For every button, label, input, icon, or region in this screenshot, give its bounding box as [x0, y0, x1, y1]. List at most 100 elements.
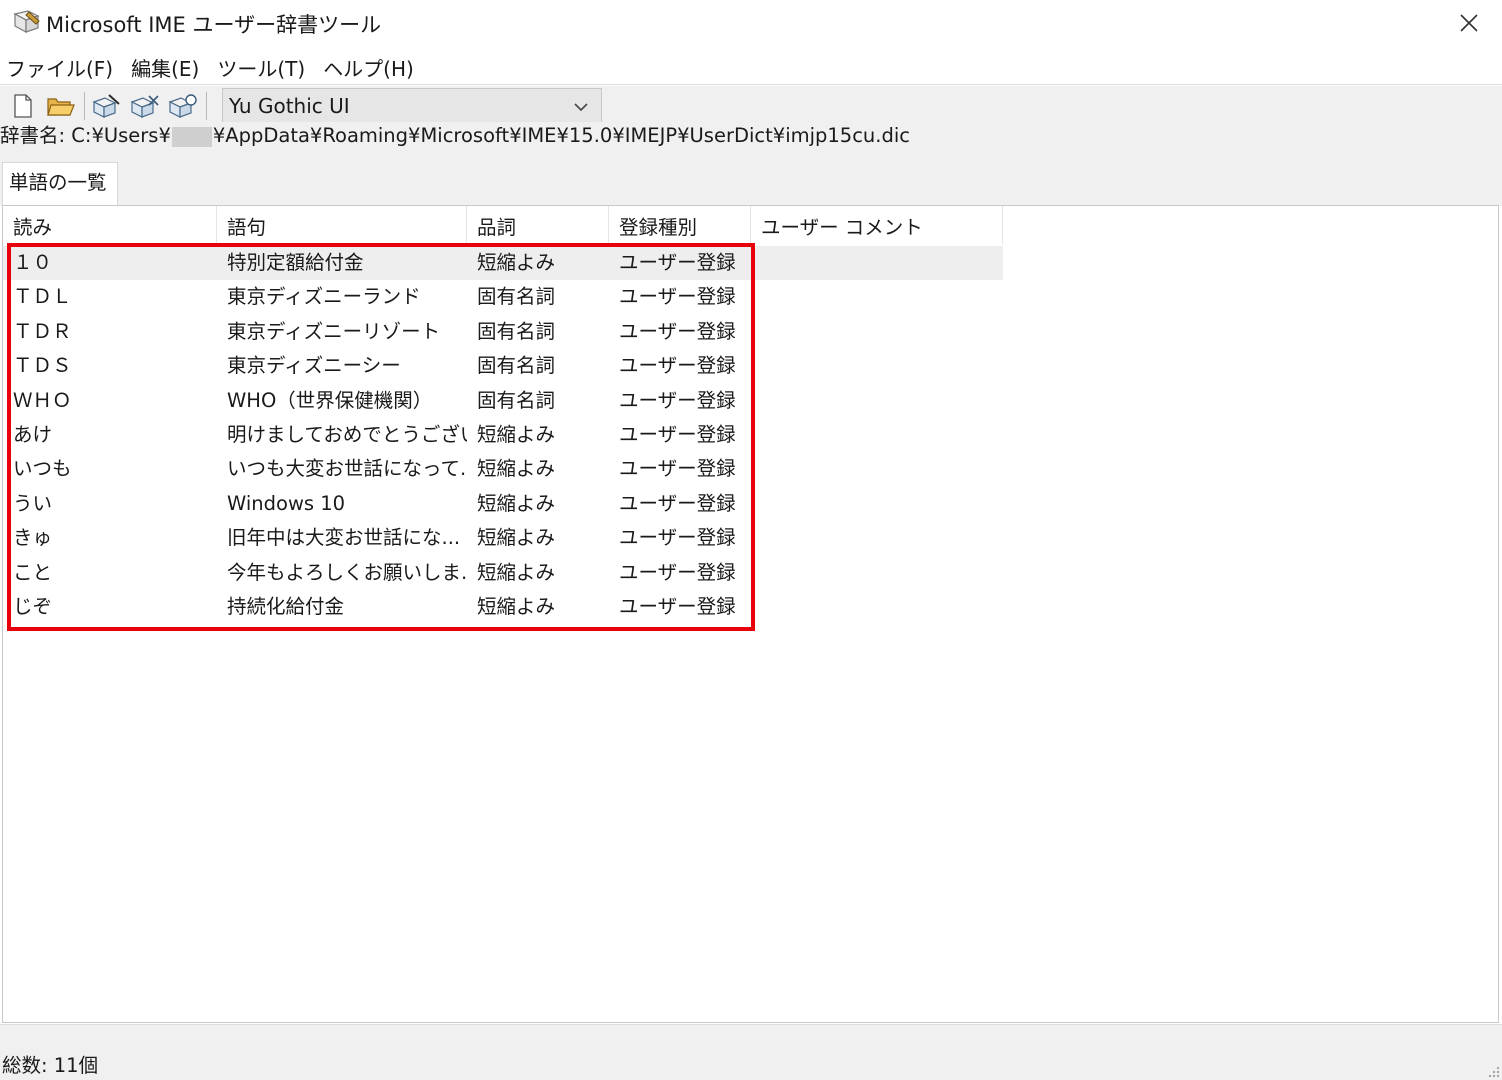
- cell-shubetsu: ユーザー登録: [619, 423, 736, 446]
- menu-tools[interactable]: ツール(T): [209, 53, 313, 82]
- resize-grip-icon[interactable]: [1486, 1064, 1500, 1078]
- menu-bar: ファイル(F) 編集(E) ツール(T) ヘルプ(H): [0, 50, 424, 84]
- cell-hinshi: 短縮よみ: [477, 595, 556, 618]
- dictionary-path-suffix: ¥AppData¥Roaming¥Microsoft¥IME¥15.0¥IMEJ…: [212, 124, 911, 147]
- table-row[interactable]: いつも いつも大変お世話になって... 短縮よみ ユーザー登録: [3, 452, 1003, 486]
- menu-help[interactable]: ヘルプ(H): [315, 53, 422, 82]
- edit-word-icon: [92, 94, 120, 118]
- cell-yomi: じぞ: [13, 595, 53, 618]
- cell-yomi: いつも: [13, 457, 72, 481]
- cell-yomi: ＴＤＲ: [13, 319, 72, 343]
- cell-yomi: ＴＤＬ: [13, 285, 72, 309]
- cell-comment: [751, 280, 1003, 314]
- cell-shubetsu: ユーザー登録: [619, 560, 736, 584]
- toolbar: Yu Gothic UI: [0, 86, 1502, 126]
- edit-word-button[interactable]: [90, 90, 124, 122]
- cell-comment: [751, 556, 1003, 590]
- total-count: 総数: 11個: [2, 1054, 99, 1077]
- cell-shubetsu: ユーザー登録: [619, 457, 736, 481]
- cell-hinshi: 固有名詞: [477, 354, 556, 378]
- cell-goku: 東京ディズニーシー: [227, 354, 401, 378]
- status-bar: 総数: 11個: [0, 1024, 1502, 1080]
- new-file-icon: [14, 94, 32, 118]
- font-select-value: Yu Gothic UI: [229, 94, 350, 118]
- cell-hinshi: 固有名詞: [477, 285, 556, 309]
- cell-shubetsu: ユーザー登録: [619, 388, 736, 412]
- toolbar-separator: [206, 92, 207, 120]
- dictionary-path-prefix: 辞書名: C:¥Users¥: [0, 124, 171, 147]
- toolbar-separator: [84, 92, 85, 120]
- table-row[interactable]: ＴＤＲ 東京ディズニーリゾート 固有名詞 ユーザー登録: [3, 315, 1003, 349]
- cell-hinshi: 短縮よみ: [477, 526, 556, 550]
- cell-hinshi: 短縮よみ: [477, 457, 556, 481]
- cell-yomi: あけ: [13, 423, 53, 446]
- tab-bar: 単語の一覧: [0, 152, 1502, 206]
- cell-shubetsu: ユーザー登録: [619, 319, 736, 343]
- register-word-button[interactable]: [166, 90, 200, 122]
- table-row[interactable]: ＷＨＯ WHO（世界保健機関） 固有名詞 ユーザー登録: [3, 384, 1003, 418]
- cell-shubetsu: ユーザー登録: [619, 595, 736, 618]
- cell-hinshi: 固有名詞: [477, 319, 556, 343]
- table-row[interactable]: じぞ 持続化給付金 短縮よみ ユーザー登録: [3, 590, 1003, 624]
- table-row[interactable]: きゅ 旧年中は大変お世話にな... 短縮よみ ユーザー登録: [3, 521, 1003, 555]
- cell-hinshi: 短縮よみ: [477, 423, 556, 446]
- cell-comment: [751, 521, 1003, 555]
- cell-comment: [751, 487, 1003, 521]
- cell-comment: [751, 315, 1003, 349]
- cell-comment: [751, 349, 1003, 383]
- cell-goku: 明けましておめでとうござい...: [227, 423, 467, 446]
- cell-goku: 東京ディズニーランド: [227, 285, 421, 309]
- table-row[interactable]: １０ 特別定額給付金 短縮よみ ユーザー登録: [3, 246, 1003, 280]
- cell-yomi: きゅ: [13, 526, 53, 550]
- cell-hinshi: 短縮よみ: [477, 251, 556, 274]
- delete-word-button[interactable]: [128, 90, 162, 122]
- cell-hinshi: 短縮よみ: [477, 560, 556, 584]
- dictionary-path: 辞書名: C:¥Users¥ ¥AppData¥Roaming¥Microsoft…: [0, 122, 1502, 152]
- cell-goku: 東京ディズニーリゾート: [227, 319, 441, 343]
- close-icon: [1460, 14, 1478, 32]
- cell-comment: [751, 384, 1003, 418]
- cell-shubetsu: ユーザー登録: [619, 354, 736, 378]
- table-row[interactable]: あけ 明けましておめでとうござい... 短縮よみ ユーザー登録: [3, 418, 1003, 452]
- cell-shubetsu: ユーザー登録: [619, 285, 736, 309]
- cell-yomi: １０: [13, 251, 53, 274]
- chevron-down-icon: [574, 103, 588, 112]
- cell-goku: 特別定額給付金: [227, 251, 364, 274]
- open-folder-icon: [47, 98, 75, 116]
- column-header-shubetsu[interactable]: 登録種別: [609, 206, 751, 244]
- table-row[interactable]: ＴＤＬ 東京ディズニーランド 固有名詞 ユーザー登録: [3, 280, 1003, 314]
- menu-file[interactable]: ファイル(F): [0, 53, 121, 82]
- cell-yomi: ＷＨＯ: [13, 388, 72, 412]
- cell-yomi: うい: [13, 491, 53, 515]
- table-row[interactable]: こと 今年もよろしくお願いしま... 短縮よみ ユーザー登録: [3, 556, 1003, 590]
- cell-hinshi: 固有名詞: [477, 388, 556, 412]
- cell-comment: [751, 418, 1003, 452]
- cell-shubetsu: ユーザー登録: [619, 251, 736, 274]
- menu-divider: [0, 84, 1502, 85]
- cell-goku: 持続化給付金: [227, 595, 345, 618]
- dictionary-app-icon: [12, 8, 42, 36]
- list-header: 読み 語句 品詞 登録種別 ユーザー コメント: [3, 206, 1003, 244]
- cell-yomi: ＴＤＳ: [13, 354, 72, 378]
- cell-goku: WHO（世界保健機関）: [227, 388, 433, 412]
- column-header-hinshi[interactable]: 品詞: [467, 206, 609, 244]
- cell-goku: Windows 10: [227, 491, 346, 515]
- column-header-comment[interactable]: ユーザー コメント: [751, 206, 1003, 244]
- column-header-goku[interactable]: 語句: [217, 206, 467, 244]
- close-button[interactable]: [1446, 4, 1492, 42]
- menu-edit[interactable]: 編集(E): [123, 53, 207, 82]
- title-bar: Microsoft IME ユーザー辞書ツール: [0, 0, 1502, 46]
- cell-yomi: こと: [13, 560, 53, 584]
- tab-word-list[interactable]: 単語の一覧: [2, 162, 118, 206]
- table-row[interactable]: うい Windows 10 短縮よみ ユーザー登録: [3, 487, 1003, 521]
- new-file-button[interactable]: [6, 90, 40, 122]
- cell-goku: いつも大変お世話になって...: [227, 457, 467, 481]
- open-file-button[interactable]: [44, 90, 78, 122]
- table-row[interactable]: ＴＤＳ 東京ディズニーシー 固有名詞 ユーザー登録: [3, 349, 1003, 383]
- cell-comment: [751, 452, 1003, 486]
- column-header-yomi[interactable]: 読み: [3, 206, 217, 244]
- font-select[interactable]: Yu Gothic UI: [222, 88, 602, 124]
- cell-comment: [751, 590, 1003, 624]
- register-word-icon: [168, 94, 197, 118]
- delete-word-icon: [130, 95, 159, 118]
